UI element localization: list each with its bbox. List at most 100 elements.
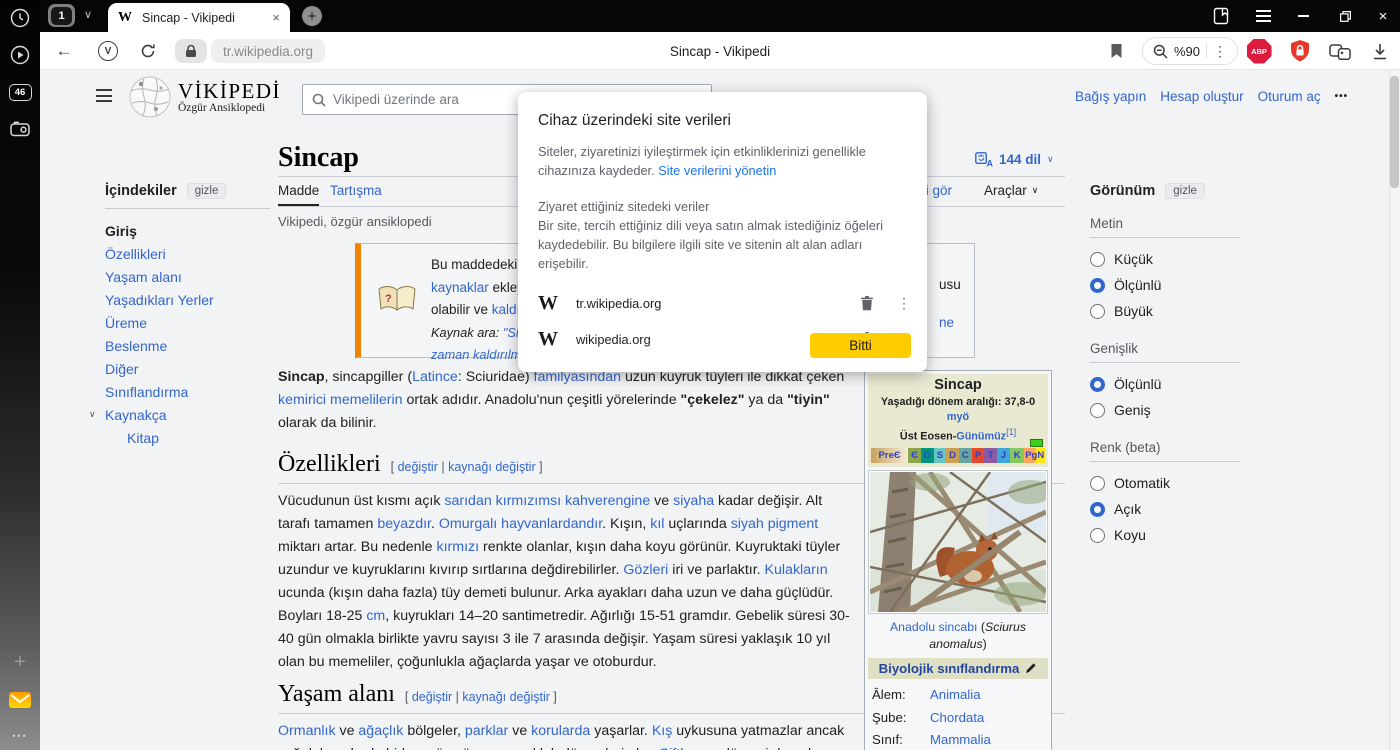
passwords-extension-icon[interactable] — [1326, 32, 1354, 70]
toc-item-link[interactable]: Üreme — [105, 315, 147, 331]
abp-extension-icon[interactable]: ABP — [1245, 32, 1273, 70]
user-menu-ellipsis-icon[interactable]: ••• — [1335, 91, 1349, 102]
active-tab[interactable]: W Sincap - Vikipedi × — [108, 3, 290, 32]
toc-item-link[interactable]: Diğer — [105, 361, 138, 377]
photo-caption: Anadolu sincabı (Sciurus anomalus) — [868, 614, 1048, 658]
toc-item-link[interactable]: Özellikleri — [105, 246, 166, 262]
window-close-button[interactable]: × — [1370, 7, 1396, 25]
reload-button[interactable] — [134, 32, 162, 70]
restore-button[interactable] — [1332, 7, 1358, 25]
radio-icon[interactable] — [1090, 403, 1105, 418]
toc-item-link[interactable]: Yaşadıkları Yerler — [105, 292, 214, 308]
tab-article[interactable]: Madde — [278, 183, 319, 206]
site-data-row: W tr.wikipedia.org ⋮ — [538, 285, 907, 321]
add-panel-button[interactable]: + — [0, 650, 40, 674]
video-panel-icon[interactable] — [0, 43, 40, 67]
taxon-link[interactable]: Chordata — [930, 710, 984, 725]
edit-links[interactable]: [ değiştir | kaynağı değiştir ] — [405, 690, 557, 704]
radio-icon[interactable] — [1090, 377, 1105, 392]
wikipedia-wordmark[interactable]: VİKİPEDİ Özgür Ansiklopedi — [178, 80, 281, 114]
radio-option[interactable]: Koyu — [1090, 522, 1240, 548]
radio-option[interactable]: Geniş — [1090, 397, 1240, 423]
yandex-mail-icon[interactable] — [0, 688, 40, 712]
main-menu-icon[interactable] — [96, 89, 112, 102]
radio-label: Büyük — [1114, 303, 1153, 319]
zoom-indicator[interactable]: %90 ⋮ — [1142, 37, 1238, 65]
classification-row: Şube: Chordata — [872, 706, 1044, 729]
radio-icon[interactable] — [1090, 252, 1105, 267]
radio-icon[interactable] — [1090, 304, 1105, 319]
toc-item-link[interactable]: Giriş — [105, 223, 137, 239]
tab-list-chevron-icon[interactable]: ∨ — [84, 8, 92, 21]
radio-icon[interactable] — [1090, 528, 1105, 543]
tab-strip: 1 ∨ W Sincap - Vikipedi × + × — [40, 0, 1400, 32]
radio-icon[interactable] — [1090, 278, 1105, 293]
section-paragraph: Ormanlık ve ağaçlık bölgeler, parklar ve… — [278, 720, 854, 750]
radio-option[interactable]: Otomatik — [1090, 470, 1240, 496]
toc-item-link[interactable]: Yaşam alanı — [105, 269, 182, 285]
address-menu-icon[interactable]: ⋮ — [1213, 43, 1227, 60]
sidebar-counter-badge[interactable]: 46 — [0, 80, 40, 104]
text-size-label: Metin — [1090, 216, 1240, 231]
appearance-hide-button[interactable]: gizle — [1165, 183, 1205, 199]
scrollbar-thumb[interactable] — [1390, 76, 1399, 188]
downloads-icon[interactable] — [1366, 32, 1394, 70]
wikipedia-logo[interactable] — [128, 75, 172, 124]
radio-icon[interactable] — [1090, 476, 1105, 491]
temporal-range-detail: Üst Eosen-Günümüz[1] — [870, 425, 1046, 445]
history-icon[interactable] — [0, 6, 40, 30]
taxon-link[interactable]: Animalia — [930, 687, 981, 702]
address-url[interactable]: tr.wikipedia.org — [211, 39, 325, 63]
toc-hide-button[interactable]: gizle — [187, 183, 227, 199]
panels-icon[interactable] — [1208, 7, 1234, 25]
dialog-section: Ziyaret ettiğiniz sitedeki veriler Bir s… — [538, 197, 907, 273]
toc-expand-icon[interactable]: ∨ — [89, 409, 105, 420]
tools-menu[interactable]: Araçlar ∨ — [984, 183, 1038, 198]
radio-option[interactable]: Büyük — [1090, 298, 1240, 324]
radio-option[interactable]: Ölçünlü — [1090, 272, 1240, 298]
classification-row: Âlem: Animalia — [872, 684, 1044, 707]
donate-link[interactable]: Bağış yapın — [1075, 89, 1146, 104]
back-button[interactable]: ← — [50, 32, 78, 70]
manage-site-data-link[interactable]: Site verilerini yönetin — [658, 163, 776, 178]
toc-item-link[interactable]: Kitap — [127, 430, 159, 446]
bookmark-icon[interactable] — [1102, 32, 1130, 70]
toc-item-link[interactable]: Sınıflandırma — [105, 384, 188, 400]
screenshot-icon[interactable] — [0, 117, 40, 141]
intro-paragraph: Sincap, sincapgiller (Latince: Sciuridae… — [278, 366, 854, 435]
new-tab-button[interactable]: + — [302, 6, 322, 26]
classification-header[interactable]: Biyolojik sınıflandırma — [868, 658, 1048, 679]
radio-label: Koyu — [1114, 527, 1146, 543]
delete-site-data-icon[interactable] — [859, 295, 875, 311]
radio-label: Otomatik — [1114, 475, 1170, 491]
toc-item-link[interactable]: Beslenme — [105, 338, 167, 354]
tab-close-icon[interactable]: × — [272, 10, 280, 25]
language-selector[interactable]: A 144 dil ∨ — [975, 152, 1054, 167]
tab-counter[interactable]: 1 — [48, 4, 75, 27]
radio-option[interactable]: Açık — [1090, 496, 1240, 522]
radio-icon[interactable] — [1090, 502, 1105, 517]
page-scrollbar[interactable] — [1389, 70, 1400, 750]
tab-talk[interactable]: Tartışma — [330, 183, 382, 198]
done-button[interactable]: Bitti — [810, 333, 911, 358]
browser-logo-button[interactable]: V — [94, 32, 122, 70]
protect-extension-icon[interactable] — [1286, 32, 1314, 70]
site-options-icon[interactable]: ⋮ — [897, 295, 907, 312]
site-security-button[interactable] — [175, 39, 207, 63]
edit-links[interactable]: [ değiştir | kaynağı değiştir ] — [391, 460, 543, 474]
temporal-range: Yaşadığı dönem aralığı: 37,8-0 myö — [870, 395, 1046, 425]
taxon-link[interactable]: Mammalia — [930, 732, 991, 747]
sidebar-overflow-icon[interactable]: ••• — [0, 724, 40, 748]
login-link[interactable]: Oturum aç — [1258, 89, 1321, 104]
create-account-link[interactable]: Hesap oluştur — [1160, 89, 1243, 104]
svg-text:A: A — [987, 159, 994, 168]
geologic-period-segment: PreЄ — [871, 448, 908, 463]
toc-item-link[interactable]: Kaynakça — [105, 407, 166, 423]
radio-option[interactable]: Küçük — [1090, 246, 1240, 272]
minimize-button[interactable] — [1290, 7, 1316, 25]
lock-icon — [185, 44, 197, 58]
radio-option[interactable]: Ölçünlü — [1090, 371, 1240, 397]
menu-icon[interactable] — [1250, 7, 1276, 25]
ambox-fragment-link[interactable]: ne — [939, 315, 954, 330]
squirrel-photo[interactable] — [868, 470, 1048, 614]
